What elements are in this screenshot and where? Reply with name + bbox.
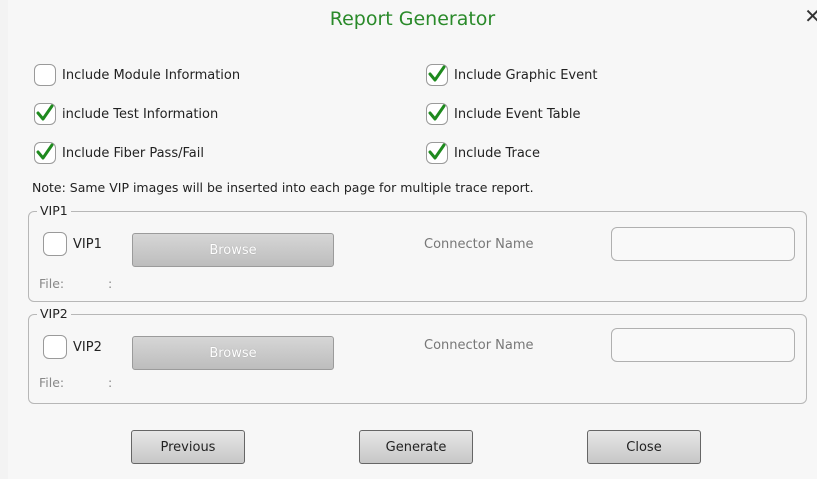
close-button[interactable]: Close <box>587 430 701 464</box>
option-graphic-event[interactable]: Include Graphic Event <box>426 64 597 86</box>
option-test-info[interactable]: include Test Information <box>34 103 218 125</box>
vip1-group: VIP1 VIP1 Browse Connector Name File: : <box>28 203 807 302</box>
option-fiber-pass-fail[interactable]: Include Fiber Pass/Fail <box>34 142 204 164</box>
option-label: Include Graphic Event <box>454 67 598 83</box>
checkbox-event-table[interactable] <box>426 103 448 125</box>
checkbox-test-info[interactable] <box>34 103 56 125</box>
checkmark-icon <box>428 65 446 82</box>
vip1-connector-label: Connector Name <box>424 237 534 252</box>
report-generator-dialog: Report Generator ✕ Include Module Inform… <box>8 0 817 479</box>
checkmark-icon <box>36 104 54 121</box>
vip2-group-label: VIP2 <box>37 306 71 321</box>
vip1-group-label: VIP1 <box>37 203 71 218</box>
vip1-browse-button[interactable]: Browse <box>132 233 334 267</box>
option-label: Include Module Information <box>62 67 241 83</box>
note-text: Note: Same VIP images will be inserted i… <box>32 180 534 195</box>
vip2-checkbox-row[interactable]: VIP2 <box>43 335 102 359</box>
option-label: Include Event Table <box>454 106 581 122</box>
vip2-browse-button[interactable]: Browse <box>132 336 334 370</box>
previous-button[interactable]: Previous <box>131 430 245 464</box>
close-icon[interactable]: ✕ <box>804 4 817 28</box>
vip2-group: VIP2 VIP2 Browse Connector Name File: : <box>28 306 807 404</box>
option-label: include Test Information <box>62 106 219 122</box>
vip1-file-label: File: <box>39 276 65 291</box>
dialog-title: Report Generator <box>329 8 496 30</box>
checkmark-icon <box>428 104 446 121</box>
vip2-file-separator: : <box>108 375 113 390</box>
checkbox-graphic-event[interactable] <box>426 64 448 86</box>
checkmark-icon <box>36 143 54 160</box>
option-label: Include Trace <box>454 145 540 161</box>
vip1-connector-input[interactable] <box>611 227 795 261</box>
checkbox-trace[interactable] <box>426 142 448 164</box>
vip2-checkbox[interactable] <box>43 335 67 359</box>
vip1-checkbox[interactable] <box>43 232 67 256</box>
vip1-file-separator: : <box>108 276 113 291</box>
generate-button[interactable]: Generate <box>359 430 473 464</box>
checkbox-fiber-pass-fail[interactable] <box>34 142 56 164</box>
vip2-connector-label: Connector Name <box>424 338 534 353</box>
vip2-file-label: File: <box>39 375 65 390</box>
checkmark-icon <box>428 143 446 160</box>
vip2-check-label: VIP2 <box>73 339 102 355</box>
option-trace[interactable]: Include Trace <box>426 142 540 164</box>
checkbox-module-info[interactable] <box>34 64 56 86</box>
vip1-checkbox-row[interactable]: VIP1 <box>43 232 102 256</box>
option-module-info[interactable]: Include Module Information <box>34 64 240 86</box>
option-label: Include Fiber Pass/Fail <box>62 145 204 161</box>
vip1-check-label: VIP1 <box>73 236 102 252</box>
vip2-connector-input[interactable] <box>611 328 795 362</box>
option-event-table[interactable]: Include Event Table <box>426 103 580 125</box>
